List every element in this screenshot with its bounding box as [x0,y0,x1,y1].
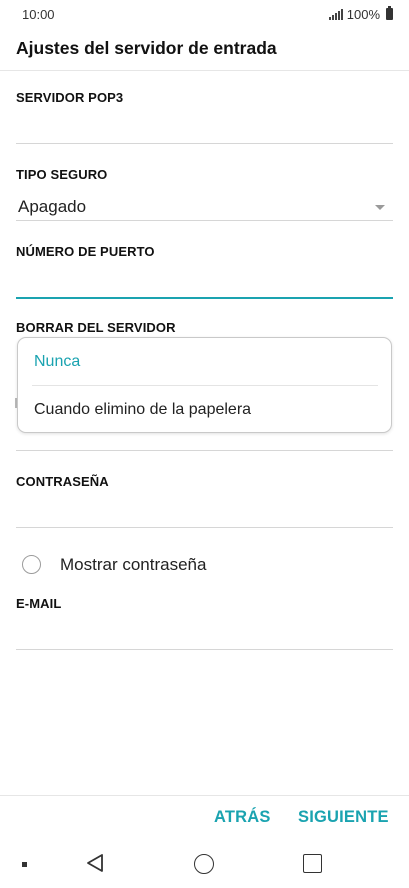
status-indicators: 100% [328,6,393,22]
pop3-server-input[interactable] [16,143,393,144]
security-type-label: TIPO SEGURO [16,167,108,182]
email-label: E-MAIL [16,596,62,611]
security-type-select[interactable]: Apagado [18,197,86,217]
battery-icon [386,6,393,20]
dropdown-option-when-trash-deleted[interactable]: Cuando elimino de la papelera [34,401,251,419]
page-title: Ajustes del servidor de entrada [16,38,277,58]
home-circle-icon[interactable] [194,854,214,874]
port-number-input[interactable] [16,297,393,299]
port-number-label: NÚMERO DE PUERTO [16,244,155,259]
nav-indicator-icon [22,862,27,867]
next-button[interactable]: SIGUIENTE [298,808,389,827]
password-input[interactable] [16,527,393,528]
email-input[interactable] [16,649,393,650]
dropdown-divider [32,385,378,386]
header-divider [0,70,409,71]
password-label: CONTRASEÑA [16,474,109,489]
security-type-underline [16,220,393,221]
status-bar: 10:00 100% [0,0,409,28]
status-time: 10:00 [22,6,55,22]
dropdown-arrow-icon[interactable] [375,205,385,210]
show-password-label[interactable]: Mostrar contraseña [60,555,206,575]
recent-square-icon[interactable] [303,854,322,873]
show-password-radio[interactable] [22,555,41,574]
battery-percent: 100% [346,6,380,22]
delete-from-server-dropdown: Nunca Cuando elimino de la papelera [17,337,392,433]
signal-icon [328,8,343,20]
pop3-server-label: SERVIDOR POP3 [16,90,124,105]
actions-divider [0,795,409,796]
delete-from-server-underline [16,450,393,451]
delete-from-server-label: BORRAR DEL SERVIDOR [16,320,176,335]
navigation-bar [0,840,409,888]
back-button[interactable]: ATRÁS [214,808,271,827]
dropdown-option-never[interactable]: Nunca [34,353,80,371]
back-triangle-icon[interactable] [84,852,106,874]
